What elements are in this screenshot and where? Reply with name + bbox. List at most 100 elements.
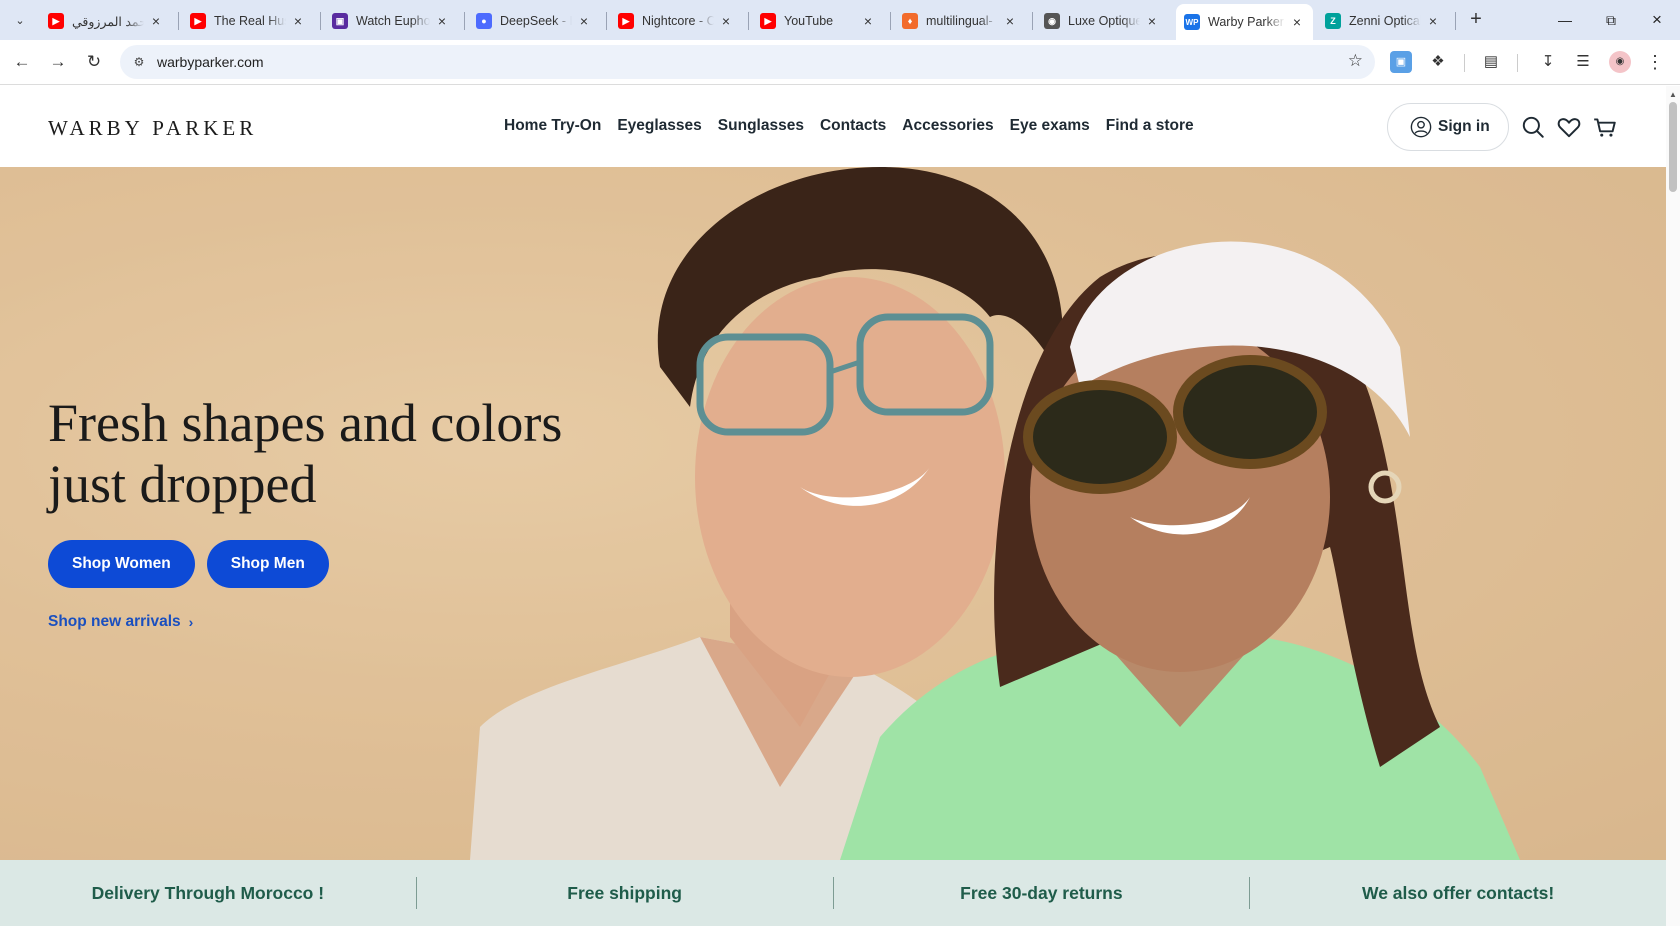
close-icon[interactable]: × bbox=[148, 13, 164, 29]
shop-new-arrivals-link[interactable]: Shop new arrivals › bbox=[48, 613, 193, 631]
scrollbar-thumb[interactable] bbox=[1669, 102, 1677, 192]
youtube-icon: ▶ bbox=[190, 13, 206, 29]
tab-divider bbox=[178, 12, 179, 30]
youtube-icon: ▶ bbox=[618, 13, 634, 29]
browser-tab-active[interactable]: WP Warby Parker × bbox=[1176, 4, 1313, 40]
value-prop-returns: Free 30-day returns bbox=[960, 882, 1123, 903]
value-prop-delivery: Delivery Through Morocco ! bbox=[91, 882, 325, 903]
heart-favorites-icon[interactable] bbox=[1556, 114, 1582, 140]
zenni-icon: Z bbox=[1325, 13, 1341, 29]
new-tab-button[interactable]: + bbox=[1464, 8, 1488, 32]
media-controls-icon[interactable]: ☰ bbox=[1572, 51, 1594, 73]
tab-title: Watch Euphoria bbox=[356, 14, 430, 28]
hf-icon: ♦ bbox=[902, 13, 918, 29]
nav-accessories[interactable]: Accessories bbox=[902, 117, 993, 135]
back-arrow-icon[interactable]: ← bbox=[9, 49, 35, 75]
browser-tab[interactable]: ▶ أحمد المرزوقي × bbox=[40, 6, 172, 36]
film-icon: ▣ bbox=[332, 13, 348, 29]
tab-divider bbox=[890, 12, 891, 30]
deepseek-icon: ● bbox=[476, 13, 492, 29]
browser-tab[interactable]: ♦ multilingual- × bbox=[894, 6, 1026, 36]
tab-title: أحمد المرزوقي bbox=[72, 14, 144, 29]
close-icon[interactable]: × bbox=[860, 13, 876, 29]
shop-men-button[interactable]: Shop Men bbox=[206, 540, 329, 588]
address-bar[interactable]: ⚙ warbyparker.com ☆ bbox=[120, 45, 1375, 79]
tab-divider bbox=[320, 12, 321, 30]
profile-avatar[interactable]: ◉ bbox=[1609, 51, 1631, 73]
reload-icon[interactable]: ↻ bbox=[81, 49, 107, 75]
reading-list-icon[interactable]: ▤ bbox=[1480, 51, 1502, 73]
minimize-icon[interactable]: — bbox=[1550, 8, 1580, 32]
sign-in-button[interactable]: Sign in bbox=[1387, 103, 1509, 151]
value-prop-contacts: We also offer contacts! bbox=[1362, 882, 1555, 903]
nav-sunglasses[interactable]: Sunglasses bbox=[718, 117, 804, 135]
tab-divider bbox=[748, 12, 749, 30]
forward-arrow-icon[interactable]: → bbox=[45, 49, 71, 75]
close-icon[interactable]: × bbox=[718, 13, 734, 29]
shop-women-button[interactable]: Shop Women bbox=[48, 540, 195, 588]
site-header: WARBY PARKER Home Try-On Eyeglasses Sung… bbox=[0, 86, 1666, 167]
hero-banner: Fresh shapes and colors just dropped Sho… bbox=[0, 167, 1666, 860]
close-window-icon[interactable]: × bbox=[1642, 8, 1672, 32]
tab-search-chevron-icon[interactable]: ⌄ bbox=[8, 8, 32, 32]
toolbar-divider bbox=[1517, 54, 1518, 72]
bookmark-star-icon[interactable]: ☆ bbox=[1348, 51, 1363, 71]
browser-tab[interactable]: ▣ Watch Euphoria × bbox=[324, 6, 458, 36]
shop-new-arrivals-label: Shop new arrivals bbox=[48, 613, 181, 630]
download-icon[interactable]: ↧ bbox=[1537, 51, 1559, 73]
nav-eyeglasses[interactable]: Eyeglasses bbox=[617, 117, 701, 135]
tab-divider bbox=[1032, 12, 1033, 30]
nav-eye-exams[interactable]: Eye exams bbox=[1010, 117, 1090, 135]
site-settings-icon[interactable]: ⚙ bbox=[130, 53, 148, 71]
tab-divider bbox=[1455, 12, 1456, 30]
browser-tabstrip: ⌄ ▶ أحمد المرزوقي × ▶ The Real Hustle × … bbox=[0, 0, 1680, 40]
nav-contacts[interactable]: Contacts bbox=[820, 117, 886, 135]
browser-tab[interactable]: ▶ YouTube × bbox=[752, 6, 884, 36]
youtube-icon: ▶ bbox=[48, 13, 64, 29]
close-icon[interactable]: × bbox=[576, 13, 592, 29]
value-props-bar: Delivery Through Morocco ! Free shipping… bbox=[0, 860, 1666, 926]
browser-toolbar: ← → ↻ ⚙ warbyparker.com ☆ ▣ ❖ ▤ ↧ ☰ ◉ ⋮ bbox=[0, 40, 1680, 85]
sign-in-label: Sign in bbox=[1438, 118, 1490, 135]
close-icon[interactable]: × bbox=[1289, 14, 1305, 30]
address-url[interactable]: warbyparker.com bbox=[157, 54, 264, 70]
globe-icon: ◉ bbox=[1044, 13, 1060, 29]
search-icon[interactable] bbox=[1520, 114, 1546, 140]
tab-title: multilingual- bbox=[926, 14, 993, 28]
tab-divider bbox=[606, 12, 607, 30]
tab-title: The Real Hustle bbox=[214, 14, 286, 28]
close-icon[interactable]: × bbox=[1002, 13, 1018, 29]
toolbar-divider bbox=[1464, 54, 1465, 72]
close-icon[interactable]: × bbox=[1425, 13, 1441, 29]
cart-icon[interactable] bbox=[1592, 114, 1618, 140]
chevron-right-icon: › bbox=[188, 614, 194, 630]
close-icon[interactable]: × bbox=[1144, 13, 1160, 29]
browser-tab[interactable]: ▶ Nightcore - C × bbox=[610, 6, 742, 36]
browser-tab[interactable]: ▶ The Real Hustle × bbox=[182, 6, 314, 36]
extension-icon[interactable]: ▣ bbox=[1390, 51, 1412, 73]
browser-tab[interactable]: ● DeepSeek - Into × bbox=[468, 6, 600, 36]
close-icon[interactable]: × bbox=[434, 13, 450, 29]
scroll-up-arrow-icon[interactable]: ▲ bbox=[1669, 90, 1677, 99]
close-icon[interactable]: × bbox=[290, 13, 306, 29]
puzzle-extensions-icon[interactable]: ❖ bbox=[1427, 51, 1449, 73]
tab-title: Luxe Optique bbox=[1068, 14, 1140, 28]
main-nav: Home Try-On Eyeglasses Sunglasses Contac… bbox=[504, 117, 1210, 135]
tab-divider bbox=[464, 12, 465, 30]
restore-icon[interactable]: ⧉ bbox=[1596, 8, 1626, 32]
page-scrollbar[interactable]: ▲ bbox=[1666, 86, 1680, 926]
hero-copy: Fresh shapes and colors just dropped bbox=[48, 393, 728, 515]
youtube-icon: ▶ bbox=[760, 13, 776, 29]
warby-parker-logo[interactable]: WARBY PARKER bbox=[48, 116, 257, 141]
hero-headline-line1: Fresh shapes and colors bbox=[48, 393, 563, 453]
browser-tab[interactable]: Z Zenni Optical × bbox=[1317, 6, 1449, 36]
nav-home-try-on[interactable]: Home Try-On bbox=[504, 117, 601, 135]
more-menu-icon[interactable]: ⋮ bbox=[1644, 51, 1666, 73]
browser-tab[interactable]: ◉ Luxe Optique × bbox=[1036, 6, 1168, 36]
hero-buttons: Shop Women Shop Men bbox=[48, 540, 329, 588]
nav-find-a-store[interactable]: Find a store bbox=[1106, 117, 1194, 135]
wp-icon: WP bbox=[1184, 14, 1200, 30]
hero-headline-line2: just dropped bbox=[48, 454, 317, 514]
user-icon bbox=[1410, 116, 1432, 138]
tab-title: Zenni Optical bbox=[1349, 14, 1421, 28]
